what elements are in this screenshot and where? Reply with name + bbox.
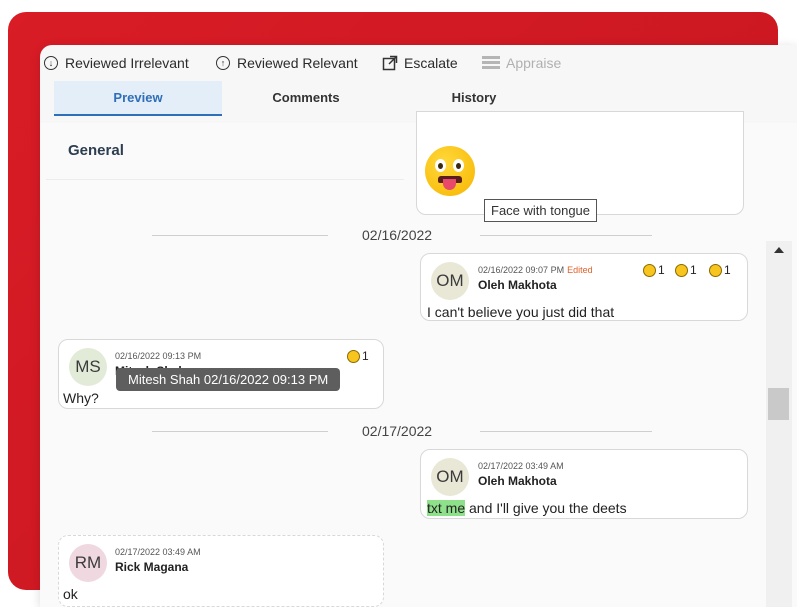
content-area: General Face with tongue 02/16/2022 OM 0… [40, 111, 797, 607]
arrow-down-circle-icon: ↓ [44, 56, 58, 70]
review-panel: ↓ Reviewed Irrelevant ↑ Reviewed Relevan… [40, 45, 797, 607]
date-separator-line [152, 235, 328, 236]
avatar: OM [431, 262, 469, 300]
arrow-up-circle-icon: ↑ [216, 56, 230, 70]
date-separator-line [480, 235, 652, 236]
reaction-grinning[interactable]: 1 [347, 349, 369, 363]
message-timestamp: 02/17/2022 03:49 AM [478, 461, 564, 471]
message-text: txt me and I'll give you the deets [427, 500, 627, 516]
message-author: Rick Magana [115, 560, 189, 574]
reaction-count: 1 [724, 263, 731, 277]
vertical-scrollbar[interactable] [766, 241, 792, 607]
date-separator: 02/17/2022 [362, 423, 433, 439]
message-timestamp: 02/17/2022 03:49 AM [115, 547, 201, 557]
emoji-tooltip: Face with tongue [484, 199, 598, 222]
face-with-tongue-icon [425, 146, 475, 196]
message-text-rest: and I'll give you the deets [465, 500, 627, 516]
emoji-eye [435, 159, 446, 172]
reaction-count: 1 [690, 263, 697, 277]
tab-history[interactable]: History [390, 81, 558, 114]
reviewed-relevant-button[interactable]: ↑ Reviewed Relevant [216, 53, 358, 73]
message-text: Why? [63, 390, 99, 406]
reviewed-irrelevant-label: Reviewed Irrelevant [65, 55, 189, 71]
external-link-icon [382, 55, 398, 71]
appraise-icon [482, 56, 500, 69]
message-bubble[interactable]: OM 02/16/2022 09:07 PM Edited Oleh Makhot… [420, 253, 748, 321]
avatar: OM [431, 458, 469, 496]
escalate-button[interactable]: Escalate [382, 53, 458, 73]
emoji-pupil [438, 163, 443, 169]
reaction-surprised[interactable]: 1 [675, 263, 697, 277]
avatar: MS [69, 348, 107, 386]
date-separator-line [480, 431, 652, 432]
reviewed-irrelevant-button[interactable]: ↓ Reviewed Irrelevant [44, 53, 189, 73]
message-timestamp: 02/16/2022 09:13 PM [115, 351, 202, 361]
avatar: RM [69, 544, 107, 582]
angry-face-icon [643, 263, 656, 277]
timestamp-text: 02/16/2022 09:07 PM [478, 265, 565, 275]
surprised-face-icon [675, 263, 688, 277]
date-separator: 02/16/2022 [362, 227, 433, 243]
grinning-face-icon [347, 349, 360, 363]
emoji-eye [453, 159, 464, 172]
author-hover-tooltip: Mitesh Shah 02/16/2022 09:13 PM [116, 368, 341, 391]
message-author: Oleh Makhota [478, 474, 557, 488]
emoji-pupil [456, 163, 461, 169]
search-highlight: txt me [427, 500, 466, 516]
scroll-thumb[interactable] [768, 388, 789, 420]
reviewed-relevant-label: Reviewed Relevant [237, 55, 358, 71]
reaction-count: 1 [658, 263, 665, 277]
general-section: General [46, 123, 404, 180]
reaction-grinning[interactable]: 1 [709, 263, 731, 277]
date-separator-line [152, 431, 328, 432]
message-bubble[interactable]: RM 02/17/2022 03:49 AM Rick Magana ok [58, 535, 384, 607]
reaction-count: 1 [362, 349, 369, 363]
scroll-up-icon[interactable] [774, 247, 784, 253]
emoji-tongue [443, 179, 456, 190]
tab-comments[interactable]: Comments [222, 81, 390, 114]
tab-preview[interactable]: Preview [54, 81, 222, 116]
edited-label: Edited [567, 265, 593, 275]
grinning-face-icon [709, 263, 722, 277]
message-timestamp: 02/16/2022 09:07 PM Edited [478, 265, 593, 275]
appraise-label: Appraise [506, 55, 562, 71]
toolbar: ↓ Reviewed Irrelevant ↑ Reviewed Relevan… [40, 45, 797, 81]
escalate-label: Escalate [404, 55, 458, 71]
message-author: Oleh Makhota [478, 278, 557, 292]
appraise-button[interactable]: Appraise [482, 53, 561, 73]
message-text: I can't believe you just did that [427, 304, 615, 320]
message-text: ok [63, 586, 78, 602]
message-bubble[interactable]: OM 02/17/2022 03:49 AM Oleh Makhota txt … [420, 449, 748, 519]
reaction-angry[interactable]: 1 [643, 263, 665, 277]
general-title: General [68, 142, 124, 159]
